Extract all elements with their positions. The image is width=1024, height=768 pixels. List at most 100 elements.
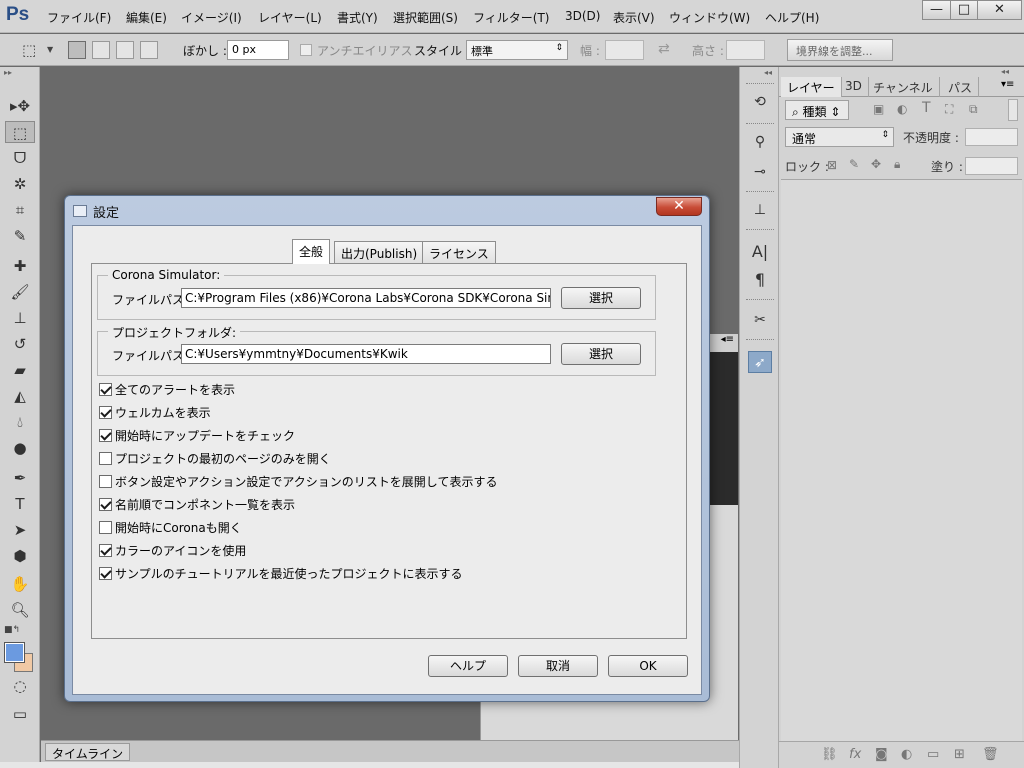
chevron-down-icon[interactable]: ▼: [47, 45, 53, 54]
brush-panel-icon[interactable]: ⚲: [748, 131, 772, 153]
height-input[interactable]: [726, 40, 765, 60]
option-row[interactable]: カラーのアイコンを使用: [99, 542, 246, 560]
dialog-close-button[interactable]: ✕: [656, 197, 702, 216]
lock-paint-icon[interactable]: ✎: [849, 157, 859, 171]
marquee-preset-icon[interactable]: ⬚: [22, 41, 36, 59]
quick-select-tool-icon[interactable]: ✲: [5, 173, 35, 195]
kwik-panel-icon[interactable]: ➶: [748, 351, 772, 373]
filter-pixel-icon[interactable]: ▣: [873, 102, 884, 116]
antialias-checkbox[interactable]: [300, 44, 312, 56]
tab-paths[interactable]: パス: [942, 77, 980, 97]
lock-all-icon[interactable]: 🔒︎: [894, 157, 900, 172]
clone-stamp-icon[interactable]: ⊥: [5, 307, 35, 329]
tab-layers[interactable]: レイヤー: [781, 77, 842, 97]
corona-path-input[interactable]: C:¥Program Files (x86)¥Corona Labs¥Coron…: [181, 288, 551, 308]
filter-smart-icon[interactable]: ⧉: [969, 102, 978, 117]
dodge-tool-icon[interactable]: ●: [5, 437, 35, 459]
feather-input[interactable]: 0 px: [227, 40, 289, 60]
lock-transparent-icon[interactable]: ⊠: [827, 158, 837, 172]
trash-icon[interactable]: 🗑︎: [982, 747, 999, 762]
collapse-panel-icon[interactable]: ◂◂: [1001, 67, 1009, 76]
adjustment-layer-icon[interactable]: ◐: [901, 747, 912, 762]
healing-brush-icon[interactable]: ✚: [5, 255, 35, 277]
menu-layer[interactable]: レイヤー(L): [258, 9, 322, 26]
timeline-tab[interactable]: タイムライン: [45, 743, 131, 761]
new-layer-icon[interactable]: ⊞: [954, 747, 965, 762]
paint-bucket-icon[interactable]: ◭: [5, 385, 35, 407]
option-checkbox[interactable]: [99, 475, 112, 488]
lock-move-icon[interactable]: ✥: [871, 157, 881, 171]
default-colors-icon[interactable]: ■↰: [4, 625, 20, 635]
option-row[interactable]: サンプルのチュートリアルを最近使ったプロジェクトに表示する: [99, 565, 463, 583]
layer-filter-select[interactable]: ⌕ 種類 ⇕: [785, 100, 849, 120]
option-checkbox[interactable]: [99, 498, 112, 511]
fill-input[interactable]: [965, 157, 1018, 175]
crop-tool-icon[interactable]: ⌗: [5, 199, 35, 221]
menu-type[interactable]: 書式(Y): [337, 9, 378, 26]
filter-toggle[interactable]: [1008, 99, 1018, 121]
intersect-selection-icon[interactable]: [140, 41, 158, 59]
shape-tool-icon[interactable]: ⬢: [5, 545, 35, 567]
maximize-button[interactable]: □: [950, 0, 978, 20]
tab-general[interactable]: 全般: [292, 239, 331, 264]
option-row[interactable]: 開始時にCoronaも開く: [99, 519, 242, 537]
zoom-tool-icon[interactable]: 🔍︎: [5, 599, 35, 621]
fx-icon[interactable]: fx: [849, 747, 861, 762]
subtract-selection-icon[interactable]: [116, 41, 134, 59]
layers-list[interactable]: [781, 179, 1022, 741]
opacity-input[interactable]: [965, 128, 1018, 146]
option-checkbox[interactable]: [99, 452, 112, 465]
eraser-tool-icon[interactable]: ▰: [5, 359, 35, 381]
filter-shape-icon[interactable]: ⛶: [945, 102, 953, 117]
blur-tool-icon[interactable]: 💧︎: [5, 411, 35, 433]
tab-license[interactable]: ライセンス: [422, 241, 496, 263]
eyedropper-tool-icon[interactable]: ✎: [5, 225, 35, 247]
filter-adjust-icon[interactable]: ◐: [897, 102, 907, 116]
option-checkbox[interactable]: [99, 406, 112, 419]
hand-tool-icon[interactable]: ✋: [5, 573, 35, 595]
blend-mode-select[interactable]: 通常 ⇕: [785, 127, 894, 147]
menu-filter[interactable]: フィルター(T): [473, 9, 549, 26]
add-selection-icon[interactable]: [92, 41, 110, 59]
collapse-icon[interactable]: ▸▸: [4, 68, 12, 77]
tools-panel-icon[interactable]: ✂: [748, 309, 772, 331]
lasso-tool-icon[interactable]: ᗜ: [5, 147, 35, 169]
history-brush-icon[interactable]: ↺: [5, 333, 35, 355]
menu-view[interactable]: 表示(V): [613, 9, 655, 26]
brush-tool-icon[interactable]: 🖌︎: [5, 281, 35, 303]
tab-publish[interactable]: 出力(Publish): [334, 241, 425, 263]
move-tool-icon[interactable]: ▸✥: [5, 95, 35, 117]
option-checkbox[interactable]: [99, 383, 112, 396]
new-group-icon[interactable]: ▭: [927, 747, 939, 762]
option-row[interactable]: 開始時にアップデートをチェック: [99, 427, 295, 445]
clone-source-icon[interactable]: ⊥: [748, 199, 772, 221]
menu-help[interactable]: ヘルプ(H): [765, 9, 819, 26]
menu-3d[interactable]: 3D(D): [565, 9, 600, 23]
filter-type-icon[interactable]: T: [922, 100, 931, 116]
new-selection-icon[interactable]: [68, 41, 86, 59]
history-panel-icon[interactable]: ⟲: [748, 91, 772, 113]
paragraph-panel-icon[interactable]: ¶: [748, 269, 772, 291]
help-button[interactable]: ヘルプ: [428, 655, 508, 677]
menu-edit[interactable]: 編集(E): [126, 9, 167, 26]
project-select-button[interactable]: 選択: [561, 343, 641, 365]
cancel-button[interactable]: 取消: [518, 655, 598, 677]
refine-edge-button[interactable]: 境界線を調整...: [787, 39, 893, 61]
path-select-icon[interactable]: ➤: [5, 519, 35, 541]
panel-menu-icon[interactable]: ▾≡: [1001, 79, 1014, 90]
width-input[interactable]: [605, 40, 644, 60]
menu-select[interactable]: 選択範囲(S): [393, 9, 458, 26]
menu-window[interactable]: ウィンドウ(W): [669, 9, 750, 26]
ok-button[interactable]: OK: [608, 655, 688, 677]
option-checkbox[interactable]: [99, 544, 112, 557]
option-row[interactable]: 名前順でコンポネント一覧を表示: [99, 496, 295, 514]
corona-select-button[interactable]: 選択: [561, 287, 641, 309]
tab-channels[interactable]: チャンネル: [867, 77, 940, 97]
option-row[interactable]: ウェルカムを表示: [99, 404, 211, 422]
screen-mode-icon[interactable]: ▭: [5, 703, 35, 725]
option-checkbox[interactable]: [99, 567, 112, 580]
swap-icon[interactable]: ⇄: [658, 41, 670, 57]
pen-tool-icon[interactable]: ✒: [5, 467, 35, 489]
menu-file[interactable]: ファイル(F): [47, 9, 111, 26]
project-path-input[interactable]: C:¥Users¥ymmtny¥Documents¥Kwik: [181, 344, 551, 364]
